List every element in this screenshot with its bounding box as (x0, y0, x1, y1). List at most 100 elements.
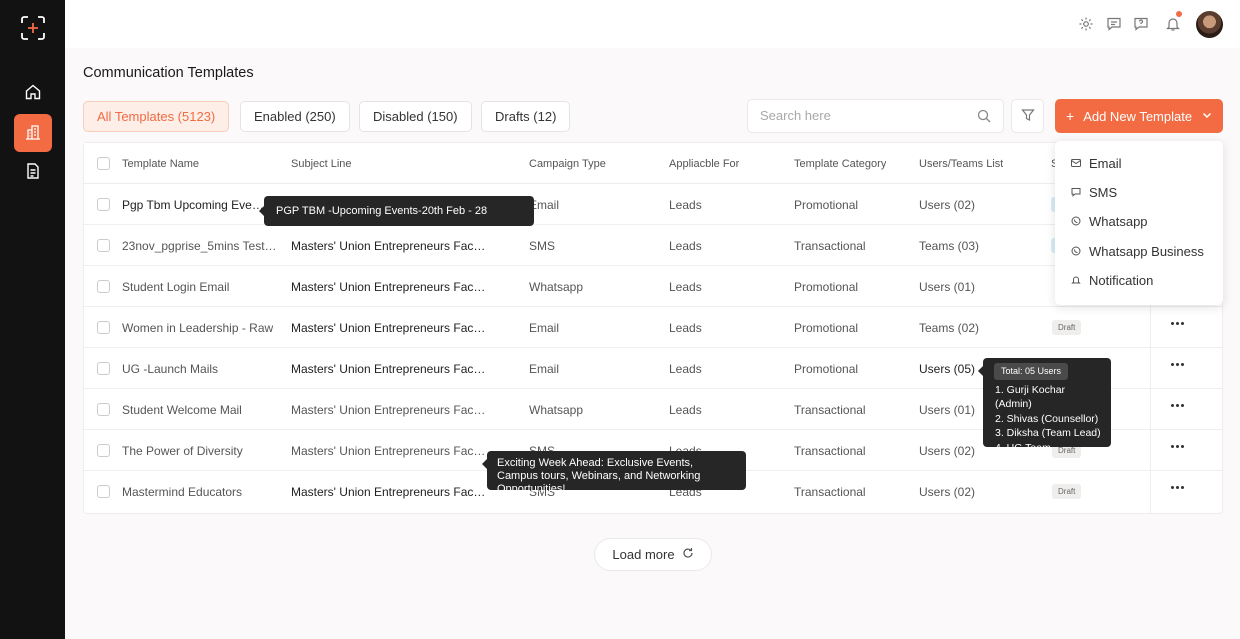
users-total: Total: 05 Users (994, 363, 1069, 380)
bell-icon[interactable] (1164, 11, 1182, 33)
row-checkbox[interactable] (97, 485, 110, 498)
applicable-for: Leads (669, 279, 702, 294)
subject-line[interactable]: Masters' Union Entrepreneurs Fac… (291, 266, 485, 307)
row-checkbox[interactable] (97, 198, 110, 211)
subject-line[interactable]: Masters' Union Entrepreneurs Fac… (291, 471, 485, 512)
row-checkbox[interactable] (97, 362, 110, 375)
header-subject-line[interactable]: Subject Line (291, 143, 352, 184)
header-campaign-type[interactable]: Campaign Type (529, 143, 606, 184)
search-input[interactable] (760, 108, 960, 123)
template-category: Transactional (794, 238, 866, 253)
applicable-for: Leads (669, 197, 702, 212)
template-name[interactable]: Women in Leadership - Raw (122, 307, 273, 348)
tab-disabled[interactable]: Disabled (150) (359, 101, 472, 132)
notification-dot (1176, 11, 1182, 17)
row-checkbox[interactable] (97, 403, 110, 416)
row-checkbox[interactable] (97, 444, 110, 457)
table-row[interactable]: 23nov_pgprise_5mins Test… Masters' Union… (84, 225, 1222, 266)
load-more-label: Load more (612, 547, 675, 562)
tab-enabled[interactable]: Enabled (250) (240, 101, 350, 132)
users-teams[interactable]: Teams (02) (919, 307, 979, 348)
table-row[interactable]: Women in Leadership - Raw Masters' Union… (84, 307, 1222, 348)
template-category: Promotional (794, 197, 859, 212)
sidebar-item-templates[interactable] (14, 114, 52, 152)
more-options-icon[interactable] (1171, 486, 1184, 489)
subject-line[interactable]: Masters' Union Entrepreneurs Fac… (291, 307, 485, 348)
select-all-checkbox[interactable] (97, 157, 110, 170)
campaign-type: SMS (529, 238, 556, 253)
template-name[interactable]: Student Welcome Mail (122, 389, 242, 430)
header-users-teams-list[interactable]: Users/Teams List (919, 143, 1003, 184)
campaign-type: Whatsapp (529, 279, 584, 294)
users-teams[interactable]: Users (05) (919, 348, 975, 389)
gear-icon[interactable] (1077, 15, 1095, 33)
template-type-dropdown: Email SMS Whatsapp Whatsapp Business Not… (1055, 141, 1223, 305)
user-list-item: 2. Shivas (Counsellor) (995, 412, 1099, 425)
subject-line[interactable]: Masters' Union Entrepreneurs Fac… (291, 389, 485, 430)
logo-icon[interactable] (20, 15, 46, 41)
search-icon[interactable] (977, 109, 991, 126)
chevron-down-icon (1201, 109, 1213, 124)
row-checkbox[interactable] (97, 280, 110, 293)
dropdown-item-sms[interactable]: SMS (1071, 182, 1117, 202)
template-name[interactable]: Pgp Tbm Upcoming Eve… (122, 184, 264, 225)
users-teams[interactable]: Users (01) (919, 266, 975, 307)
users-teams[interactable]: Users (01) (919, 389, 975, 430)
template-category: Transactional (794, 443, 866, 458)
add-new-template-button[interactable]: + Add New Template (1055, 99, 1223, 133)
template-name[interactable]: Student Login Email (122, 266, 229, 307)
template-name[interactable]: Mastermind Educators (122, 471, 242, 512)
tab-all-templates[interactable]: All Templates (5123) (83, 101, 230, 132)
template-category: Promotional (794, 279, 859, 294)
buildings-icon (24, 123, 42, 144)
more-options-icon[interactable] (1171, 404, 1184, 407)
template-category: Promotional (794, 361, 859, 376)
subject-line[interactable]: Masters' Union Entrepreneurs Fac… (291, 225, 485, 266)
dropdown-item-whatsapp-business[interactable]: Whatsapp Business (1071, 241, 1204, 261)
dropdown-item-label: Whatsapp (1089, 213, 1148, 229)
load-more-button[interactable]: Load more (594, 538, 712, 571)
status-badge: Draft (1052, 484, 1082, 499)
template-category: Transactional (794, 402, 866, 417)
campaign-type: Email (529, 320, 560, 335)
template-category: Promotional (794, 320, 859, 335)
sidebar-item-documents[interactable] (14, 153, 52, 191)
subject-line-tooltip: Exciting Week Ahead: Exclusive Events, C… (482, 451, 746, 495)
dropdown-item-label: SMS (1089, 184, 1118, 200)
row-checkbox[interactable] (97, 321, 110, 334)
template-name[interactable]: UG -Launch Mails (122, 348, 218, 389)
tab-drafts[interactable]: Drafts (12) (481, 101, 571, 132)
users-teams[interactable]: Teams (03) (919, 225, 979, 266)
whatsapp-business-icon (1071, 246, 1081, 256)
dropdown-item-whatsapp[interactable]: Whatsapp (1071, 211, 1148, 231)
header-applicable-for[interactable]: Appliacble For (669, 143, 739, 184)
sidebar-item-home[interactable] (14, 74, 52, 112)
applicable-for: Leads (669, 402, 702, 417)
chat-icon[interactable] (1105, 15, 1123, 33)
applicable-for: Leads (669, 361, 702, 376)
filter-button[interactable] (1011, 99, 1044, 133)
template-name[interactable]: The Power of Diversity (122, 430, 243, 471)
table-row[interactable]: Pgp Tbm Upcoming Eve… Email Leads Promot… (84, 184, 1222, 225)
more-options-icon[interactable] (1171, 445, 1184, 448)
users-teams[interactable]: Users (02) (919, 430, 975, 471)
more-options-icon[interactable] (1171, 363, 1184, 366)
users-teams[interactable]: Users (02) (919, 184, 975, 225)
sms-icon (1071, 187, 1081, 197)
subject-line[interactable]: Masters' Union Entrepreneurs Fac… (291, 430, 485, 471)
row-checkbox[interactable] (97, 239, 110, 252)
table-header: Template Name Subject Line Campaign Type… (84, 143, 1222, 184)
table-row[interactable]: Student Login Email Masters' Union Entre… (84, 266, 1222, 307)
subject-line[interactable]: Masters' Union Entrepreneurs Fac… (291, 348, 485, 389)
template-name[interactable]: 23nov_pgprise_5mins Test… (122, 225, 277, 266)
help-chat-icon[interactable] (1132, 15, 1150, 33)
dropdown-item-email[interactable]: Email (1071, 153, 1122, 173)
campaign-type: Whatsapp (529, 402, 584, 417)
header-template-name[interactable]: Template Name (122, 143, 199, 184)
more-options-icon[interactable] (1171, 322, 1184, 325)
avatar[interactable] (1196, 11, 1223, 38)
user-list-item: 3. Diksha (Team Lead) (995, 427, 1101, 439)
dropdown-item-notification[interactable]: Notification (1071, 270, 1153, 290)
users-teams[interactable]: Users (02) (919, 471, 975, 512)
header-template-category[interactable]: Template Category (794, 143, 886, 184)
